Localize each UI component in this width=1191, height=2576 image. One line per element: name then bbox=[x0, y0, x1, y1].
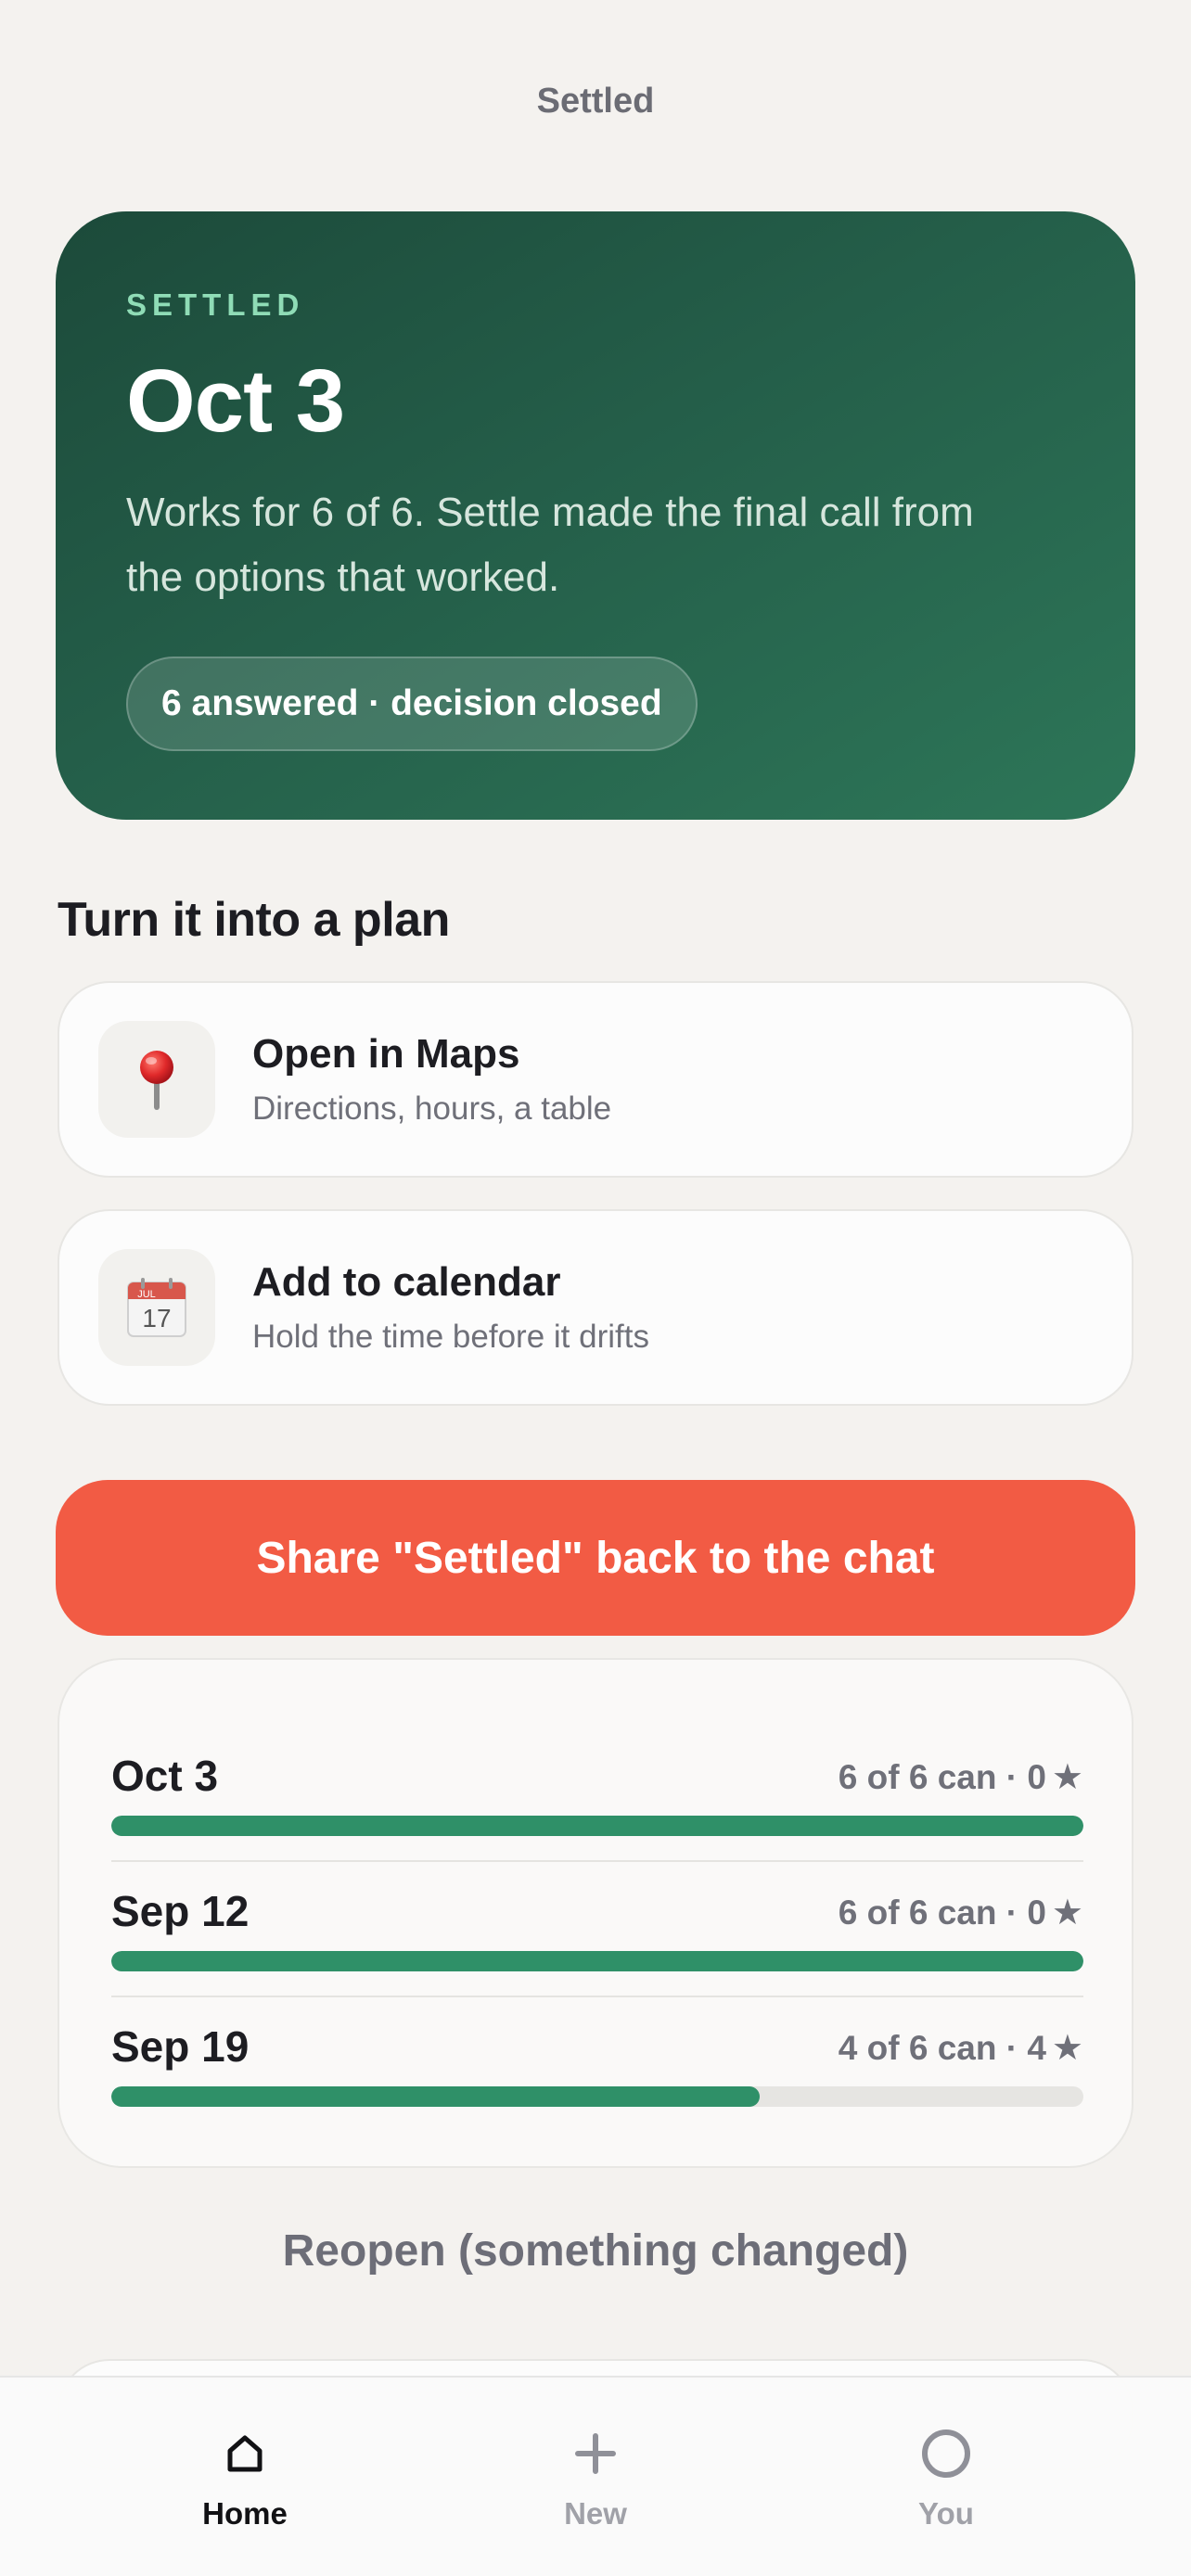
settled-date: Oct 3 bbox=[126, 351, 345, 451]
star-icon: ★ bbox=[1051, 1894, 1083, 1932]
add-to-calendar-button[interactable]: JUL 17 Add to calendar Hold the time bef… bbox=[58, 1209, 1133, 1406]
result-date: Oct 3 bbox=[111, 1752, 219, 1800]
action-title: Open in Maps bbox=[252, 1031, 520, 1077]
result-date: Sep 19 bbox=[111, 2022, 250, 2071]
reopen-button[interactable]: Reopen (something changed) bbox=[0, 2225, 1191, 2276]
calendar-icon: JUL 17 bbox=[98, 1249, 215, 1366]
settled-screen: Settled SETTLED Oct 3 Works for 6 of 6. … bbox=[0, 0, 1191, 2576]
action-title: Add to calendar bbox=[252, 1259, 561, 1305]
result-row: Sep 12 6 of 6 can · 0 ★ bbox=[111, 1862, 1083, 1997]
availability-bar bbox=[111, 1816, 1083, 1836]
result-row: Sep 19 4 of 6 can · 4 ★ bbox=[111, 1997, 1083, 2133]
result-row: Oct 3 6 of 6 can · 0 ★ bbox=[111, 1727, 1083, 1862]
result-meta-text: 4 of 6 can · 4 bbox=[838, 2028, 1046, 2067]
tab-you[interactable]: You bbox=[807, 2378, 1085, 2576]
map-pin-icon bbox=[98, 1021, 215, 1138]
tab-new[interactable]: New bbox=[456, 2378, 735, 2576]
tab-home[interactable]: Home bbox=[106, 2378, 384, 2576]
open-in-maps-button[interactable]: Open in Maps Directions, hours, a table bbox=[58, 981, 1133, 1178]
plan-section-title: Turn it into a plan bbox=[58, 893, 450, 947]
tab-label: You bbox=[918, 2496, 974, 2531]
availability-bar-fill bbox=[111, 2086, 760, 2107]
action-subtitle: Hold the time before it drifts bbox=[252, 1319, 649, 1355]
calendar-icon-month: JUL bbox=[137, 1289, 156, 1300]
availability-bar bbox=[111, 2086, 1083, 2107]
availability-bar-fill bbox=[111, 1951, 1083, 1971]
results-card: Oct 3 6 of 6 can · 0 ★ Sep 12 6 of 6 can… bbox=[58, 1658, 1133, 2168]
status-pill: 6 answered · decision closed bbox=[126, 657, 698, 751]
availability-bar bbox=[111, 1951, 1083, 1971]
star-icon: ★ bbox=[1051, 2029, 1083, 2068]
result-meta: 6 of 6 can · 0 ★ bbox=[839, 1756, 1083, 1798]
hero-eyebrow: SETTLED bbox=[126, 287, 305, 322]
settled-hero-card: SETTLED Oct 3 Works for 6 of 6. Settle m… bbox=[56, 211, 1135, 820]
hero-description: Works for 6 of 6. Settle made the final … bbox=[126, 490, 974, 600]
share-to-chat-button[interactable]: Share "Settled" back to the chat bbox=[56, 1480, 1135, 1636]
availability-bar-fill bbox=[111, 1816, 1083, 1836]
tab-label: New bbox=[564, 2496, 627, 2531]
action-subtitle: Directions, hours, a table bbox=[252, 1090, 612, 1127]
page-title: Settled bbox=[536, 82, 655, 121]
result-meta: 4 of 6 can · 4 ★ bbox=[839, 2027, 1083, 2069]
calendar-icon-day: 17 bbox=[142, 1304, 171, 1333]
profile-icon bbox=[920, 2424, 972, 2483]
tab-label: Home bbox=[202, 2496, 288, 2531]
tab-bar: Home New You bbox=[0, 2376, 1191, 2576]
result-meta-text: 6 of 6 can · 0 bbox=[838, 1893, 1046, 1932]
result-meta: 6 of 6 can · 0 ★ bbox=[839, 1892, 1083, 1933]
home-icon bbox=[224, 2424, 265, 2483]
result-date: Sep 12 bbox=[111, 1887, 250, 1935]
plus-icon bbox=[574, 2424, 617, 2483]
star-icon: ★ bbox=[1051, 1758, 1083, 1797]
result-meta-text: 6 of 6 can · 0 bbox=[838, 1757, 1046, 1796]
